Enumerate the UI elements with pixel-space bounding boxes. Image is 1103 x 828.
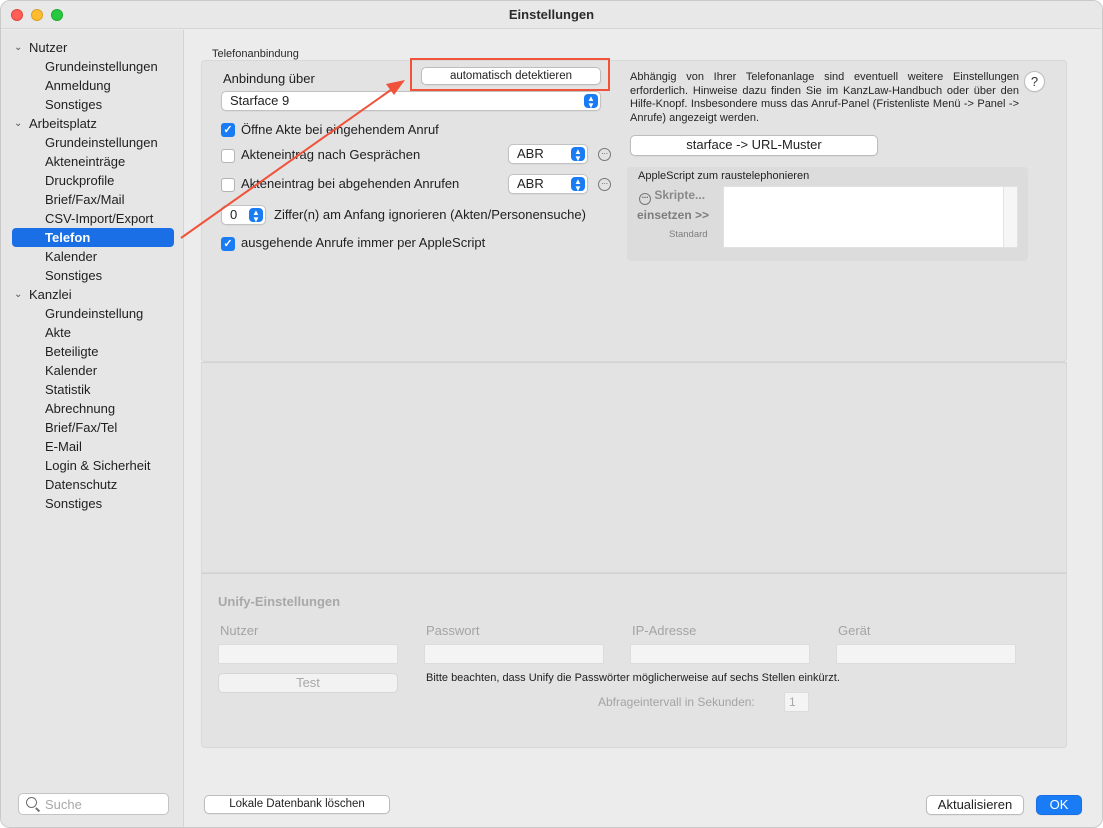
entry-outgoing-checkbox[interactable] [221,178,235,192]
telefonanbindung-group-label: Telefonanbindung [212,48,299,60]
sidebar-item-telefon[interactable]: Telefon [12,228,174,247]
window-title: Einstellungen [508,7,595,22]
sidebar-group-kanzlei[interactable]: ⌄ Kanzlei [1,285,184,304]
sidebar-item-kanzlei-grundeinstellung[interactable]: Grundeinstellung [1,304,184,323]
entry-outgoing-label: Akteneintrag bei abgehenden Anrufen [241,176,460,191]
sidebar-item-datenschutz[interactable]: Datenschutz [1,475,184,494]
ignore-digits-stepper[interactable]: 0 ▲ ▼ [221,205,266,225]
unify-user-field[interactable] [218,644,398,664]
sidebar-item-abrechnung[interactable]: Abrechnung [1,399,184,418]
chevron-down-icon: ⌄ [14,118,23,129]
unify-interval-label: Abfrageintervall in Sekunden: [598,695,755,709]
sidebar-item-nutzer-grundeinstellungen[interactable]: Grundeinstellungen [1,57,184,76]
ignore-digits-value: 0 [230,207,238,222]
search-input[interactable] [45,796,165,812]
entry-after-calls-label: Akteneintrag nach Gesprächen [241,147,421,162]
unify-ip-field[interactable] [630,644,810,664]
open-file-checkbox[interactable]: ✓ [221,123,235,137]
entry-outgoing-value: ABR [517,176,544,191]
sidebar-item-arbeitsplatz-grundeinstellungen[interactable]: Grundeinstellungen [1,133,184,152]
entry-after-calls-checkbox[interactable] [221,149,235,163]
sidebar-item-brief-fax-mail[interactable]: Brief/Fax/Mail [1,190,184,209]
sidebar-item-e-mail[interactable]: E-Mail [1,437,184,456]
chevron-updown-icon: ▲ ▼ [571,147,585,163]
unify-user-label: Nutzer [220,623,259,638]
sidebar-item-brief-fax-tel[interactable]: Brief/Fax/Tel [1,418,184,437]
applescript-box-label: AppleScript zum raustelephonieren [638,170,810,182]
telefon-hint-text: Abhängig von Ihrer Telefonanlage sind ev… [630,71,1019,124]
unify-device-field[interactable] [836,644,1016,664]
chevron-down-icon: ⌄ [14,289,23,300]
open-file-label: Öffne Akte bei eingehendem Anruf [241,122,439,137]
unify-interval-field[interactable]: 1 [784,692,809,712]
update-button[interactable]: Aktualisieren [926,795,1024,815]
applescript-checkbox[interactable]: ✓ [221,237,235,251]
search-icon [26,797,37,808]
unify-test-button[interactable]: Test [218,673,398,693]
anbindung-label: Anbindung über [223,71,315,86]
chevron-updown-icon: ▲ ▼ [249,208,263,224]
sidebar-item-akte[interactable]: Akte [1,323,184,342]
unify-password-label: Passwort [426,623,480,638]
more-icon[interactable]: ··· [598,148,611,161]
ignore-digits-label: Ziffer(n) am Anfang ignorieren (Akten/Pe… [274,207,586,222]
more-icon[interactable]: ··· [598,178,611,191]
sidebar-item-kanzlei-sonstiges[interactable]: Sonstiges [1,494,184,513]
url-pattern-button[interactable]: starface -> URL-Muster [630,135,878,156]
sidebar-item-druckprofile[interactable]: Druckprofile [1,171,184,190]
unify-password-field[interactable] [424,644,604,664]
chevron-updown-icon: ▲ ▼ [571,177,585,193]
entry-after-calls-select[interactable]: ABR ▲ ▼ [508,144,588,164]
sidebar: ⌄ Nutzer Grundeinstellungen Anmeldung So… [1,30,184,827]
more-icon: ··· [639,193,651,205]
title-bar: Einstellungen [1,1,1102,29]
unify-device-label: Gerät [838,623,871,638]
anbindung-select-value: Starface 9 [230,93,290,108]
unify-title: Unify-Einstellungen [218,594,341,609]
entry-after-calls-value: ABR [517,146,544,161]
sidebar-item-anmeldung[interactable]: Anmeldung [1,76,184,95]
sidebar-item-arbeitsplatz-sonstiges[interactable]: Sonstiges [1,266,184,285]
sidebar-item-akteneintraege[interactable]: Akteneinträge [1,152,184,171]
unify-ip-label: IP-Adresse [632,623,697,638]
sidebar-group-nutzer[interactable]: ⌄ Nutzer [1,38,184,57]
applescript-label: ausgehende Anrufe immer per AppleScript [241,235,486,250]
insert-button[interactable]: einsetzen >> [637,208,709,222]
empty-section [201,362,1067,573]
applescript-textarea[interactable] [723,186,1018,248]
sidebar-item-nutzer-sonstiges[interactable]: Sonstiges [1,95,184,114]
unify-note: Bitte beachten, dass Unify die Passwörte… [426,672,840,684]
sidebar-search-field[interactable] [18,793,169,815]
help-button[interactable]: ? [1024,71,1045,92]
annotation-highlight-box [410,58,610,91]
sidebar-item-login-sicherheit[interactable]: Login & Sicherheit [1,456,184,475]
textarea-scrollbar[interactable] [1003,187,1017,247]
sidebar-item-csv-import-export[interactable]: CSV-Import/Export [1,209,184,228]
anbindung-select[interactable]: Starface 9 ▲ ▼ [221,91,601,111]
sidebar-item-arbeitsplatz-kalender[interactable]: Kalender [1,247,184,266]
settings-window: Einstellungen ⌄ Nutzer Grundeinstellunge… [0,0,1103,828]
chevron-down-icon: ⌄ [14,42,23,53]
delete-local-db-button[interactable]: Lokale Datenbank löschen [204,795,390,814]
ok-button[interactable]: OK [1036,795,1082,815]
sidebar-item-kanzlei-kalender[interactable]: Kalender [1,361,184,380]
sidebar-group-arbeitsplatz[interactable]: ⌄ Arbeitsplatz [1,114,184,133]
standard-label: Standard [669,229,708,240]
sidebar-item-beteiligte[interactable]: Beteiligte [1,342,184,361]
entry-outgoing-select[interactable]: ABR ▲ ▼ [508,174,588,194]
sidebar-item-statistik[interactable]: Statistik [1,380,184,399]
chevron-updown-icon: ▲ ▼ [584,94,598,110]
scripts-menu-button[interactable]: ··· Skripte... [639,188,705,205]
